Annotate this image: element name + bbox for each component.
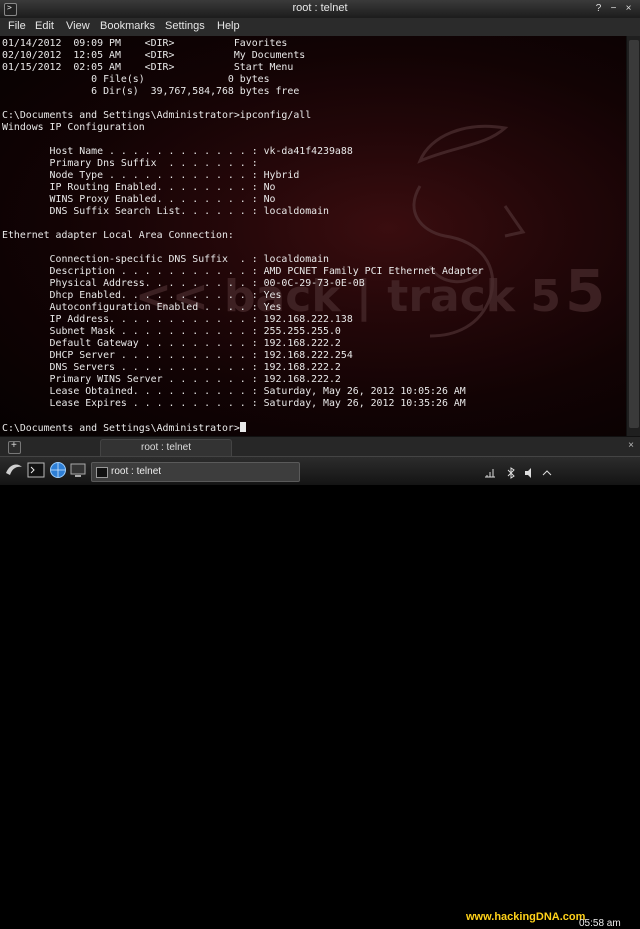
terminal-line: Lease Obtained. . . . . . . . . . : Satu… (2, 386, 466, 397)
network-icon[interactable] (484, 467, 496, 479)
terminal-line: Connection-specific DNS Suffix . : local… (2, 254, 329, 265)
minimize-icon[interactable]: − (607, 2, 620, 15)
browser-globe-icon[interactable] (49, 461, 67, 479)
terminal-line: Subnet Mask . . . . . . . . . . . : 255.… (2, 326, 341, 337)
terminal-output[interactable]: << back | track 5 5 01/14/2012 09:09 PM … (0, 36, 626, 436)
terminal-line: Host Name . . . . . . . . . . . . : vk-d… (2, 146, 353, 157)
terminal-text: 01/14/2012 09:09 PM <DIR> Favorites 02/1… (2, 38, 484, 435)
terminal-line: Description . . . . . . . . . . . : AMD … (2, 266, 484, 277)
terminal-line: 0 File(s) 0 bytes (2, 74, 270, 85)
terminal-line: Autoconfiguration Enabled . . . . : Yes (2, 302, 282, 313)
terminal-prompt: C:\Documents and Settings\Administrator> (2, 423, 240, 434)
menu-file[interactable]: File (8, 20, 26, 32)
menu-view[interactable]: View (66, 20, 90, 32)
terminal-launcher-icon[interactable] (27, 461, 45, 479)
new-tab-icon[interactable] (8, 440, 21, 454)
window-titlebar[interactable]: root : telnet ? − × (0, 0, 640, 19)
site-watermark: www.hackingDNA.com (466, 911, 586, 923)
clock[interactable]: 05:58 am (579, 918, 621, 929)
terminal-line: DNS Servers . . . . . . . . . . . : 192.… (2, 362, 341, 373)
terminal-line: 02/10/2012 12:05 AM <DIR> My Documents (2, 50, 306, 61)
terminal-line: DNS Suffix Search List. . . . . . : loca… (2, 206, 329, 217)
close-tab-icon[interactable]: × (628, 440, 634, 451)
task-terminal-icon (96, 467, 108, 478)
terminal-line: C:\Documents and Settings\Administrator>… (2, 110, 312, 121)
text-cursor (239, 422, 246, 432)
menu-bar: File Edit View Bookmarks Settings Help (0, 18, 640, 37)
terminal-line: IP Routing Enabled. . . . . . . . : No (2, 182, 276, 193)
taskbar-task-root-telnet[interactable]: root : telnet (91, 462, 300, 482)
window-title: root : telnet (292, 2, 348, 14)
terminal-line: Lease Expires . . . . . . . . . . : Satu… (2, 398, 466, 409)
terminal-line: Default Gateway . . . . . . . . . : 192.… (2, 338, 341, 349)
terminal-line: 01/14/2012 09:09 PM <DIR> Favorites (2, 38, 288, 49)
volume-icon[interactable] (524, 467, 536, 479)
terminal-line: Dhcp Enabled. . . . . . . . . . . : Yes (2, 290, 282, 301)
svg-text:5: 5 (565, 257, 605, 325)
scrollbar-thumb[interactable] (629, 40, 639, 428)
terminal-line: IP Address. . . . . . . . . . . . : 192.… (2, 314, 353, 325)
terminal-line: DHCP Server . . . . . . . . . . . : 192.… (2, 350, 353, 361)
terminal-line: 6 Dir(s) 39,767,584,768 bytes free (2, 86, 300, 97)
terminal-line: Windows IP Configuration (2, 122, 145, 133)
menu-help[interactable]: Help (217, 20, 240, 32)
bluetooth-icon[interactable] (505, 467, 517, 479)
tray-expand-icon[interactable] (541, 467, 553, 479)
tab-label: root : telnet (140, 442, 192, 453)
terminal-line: 01/15/2012 02:05 AM <DIR> Start Menu (2, 62, 294, 73)
close-icon[interactable]: × (622, 2, 635, 15)
help-icon[interactable]: ? (592, 2, 605, 15)
taskbar: root : telnet www.hackingDNA.com 05:58 a… (0, 456, 640, 929)
terminal-line: Node Type . . . . . . . . . . . . : Hybr… (2, 170, 300, 181)
terminal-line: Primary WINS Server . . . . . . . : 192.… (2, 374, 341, 385)
menu-bookmarks[interactable]: Bookmarks (100, 20, 155, 32)
terminal-line: Primary Dns Suffix . . . . . . . : (2, 158, 258, 169)
kde-menu-dragon-icon[interactable] (4, 461, 24, 479)
task-label: root : telnet (111, 466, 162, 477)
tab-bar: root : telnet × (0, 436, 640, 457)
terminal-scrollbar[interactable] (626, 36, 640, 436)
terminal-line: Ethernet adapter Local Area Connection: (2, 230, 234, 241)
menu-settings[interactable]: Settings (165, 20, 205, 32)
tab-root-telnet[interactable]: root : telnet (100, 439, 232, 457)
terminal-line: Physical Address. . . . . . . . . : 00-0… (2, 278, 365, 289)
menu-edit[interactable]: Edit (35, 20, 54, 32)
terminal-line: WINS Proxy Enabled. . . . . . . . : No (2, 194, 276, 205)
system-monitor-icon[interactable] (69, 461, 87, 479)
